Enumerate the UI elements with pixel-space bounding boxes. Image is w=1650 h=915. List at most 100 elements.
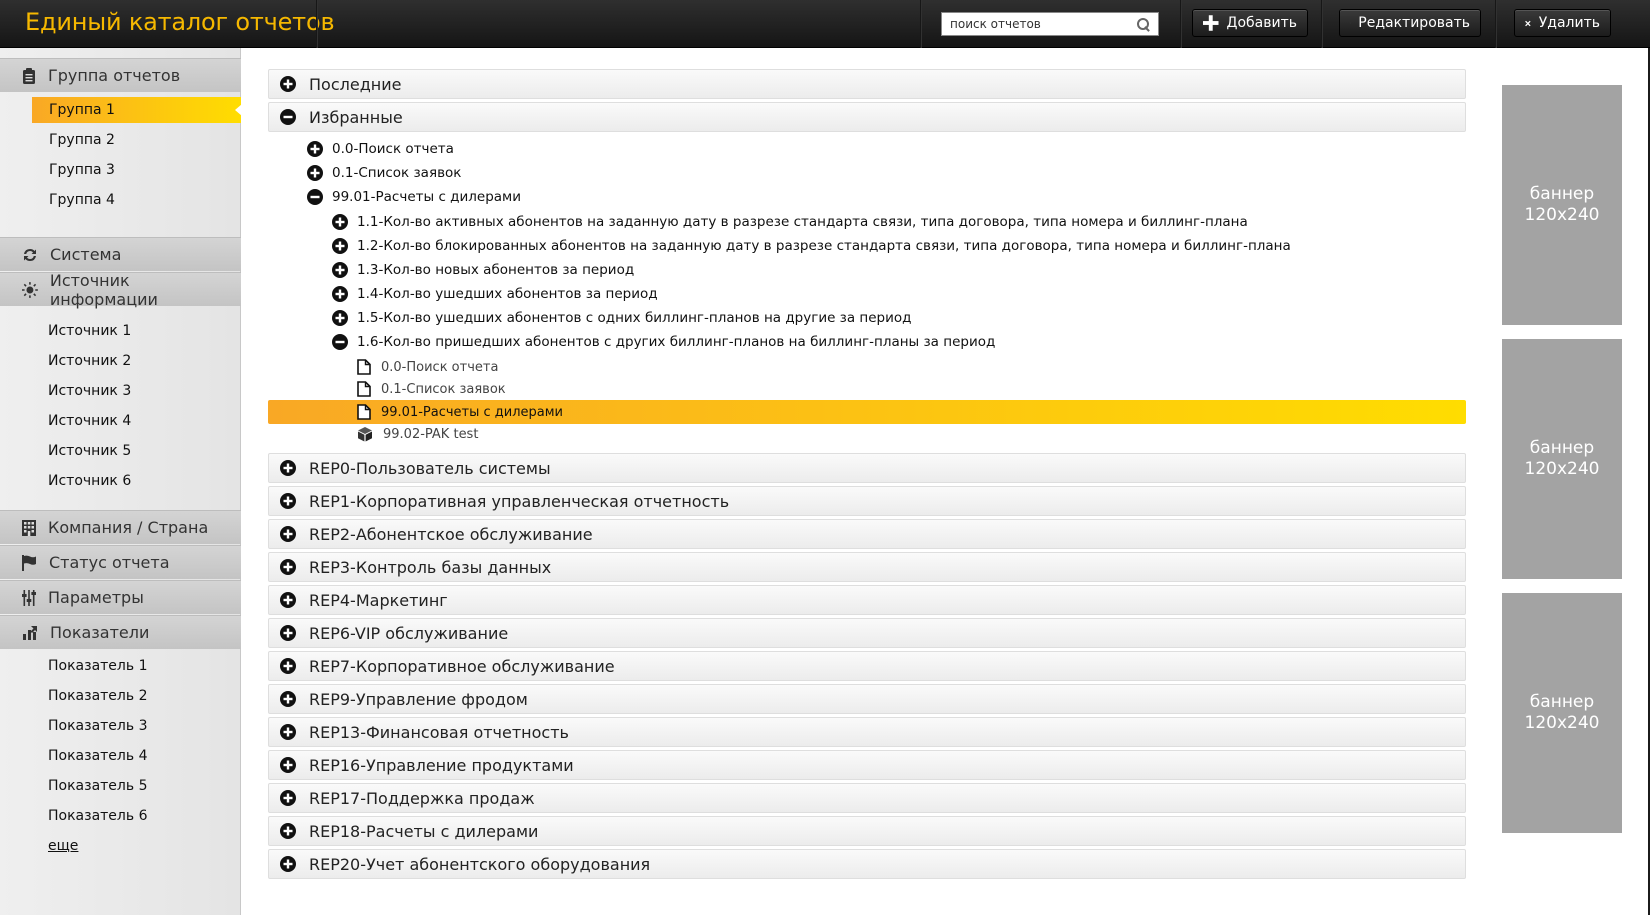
tree-group-rep[interactable]: REP18-Расчеты с дилерами <box>268 816 1466 846</box>
sidebar-item-source-2[interactable]: Источник 2 <box>0 348 241 374</box>
tree-group-recent[interactable]: Последние <box>268 69 1466 99</box>
collapse-icon[interactable] <box>307 189 323 205</box>
sidebar-item-indicator-2[interactable]: Показатель 2 <box>0 683 241 709</box>
sidebar-item-indicator-6[interactable]: Показатель 6 <box>0 803 241 829</box>
sidebar-item-source-1[interactable]: Источник 1 <box>0 318 241 344</box>
tree-group-rep[interactable]: REP3-Контроль базы данных <box>268 552 1466 582</box>
tree-group-favorites[interactable]: Избранные <box>268 102 1466 132</box>
ad-banner[interactable]: баннер 120x240 <box>1502 85 1622 325</box>
tree-subnode[interactable]: 1.5-Кол-во ушедших абонентов с одних бил… <box>332 307 912 329</box>
edit-button-label: Редактировать <box>1358 15 1470 31</box>
sliders-icon <box>22 589 36 606</box>
expand-icon[interactable] <box>332 214 348 230</box>
search-input[interactable] <box>950 17 1136 31</box>
sidebar-section-system[interactable]: Система <box>0 237 241 271</box>
sidebar-section-title: Группа отчетов <box>48 66 181 85</box>
expand-icon[interactable] <box>280 559 296 575</box>
expand-icon[interactable] <box>332 262 348 278</box>
sidebar-section-parameters[interactable]: Параметры <box>0 580 241 614</box>
sidebar-item-source-3[interactable]: Источник 3 <box>0 378 241 404</box>
tree-group-rep[interactable]: REP17-Поддержка продаж <box>268 783 1466 813</box>
delete-button[interactable]: Удалить <box>1514 9 1611 37</box>
add-button-label: Добавить <box>1226 15 1297 31</box>
tree-group-rep[interactable]: REP6-VIP обслуживание <box>268 618 1466 648</box>
expand-icon[interactable] <box>280 526 296 542</box>
tree-leaf-report[interactable]: 0.0-Поиск отчета <box>268 356 1466 378</box>
tree-node[interactable]: 99.01-Расчеты с дилерами <box>307 186 521 208</box>
expand-icon[interactable] <box>280 823 296 839</box>
sidebar-section-info-source[interactable]: Источник информации <box>0 270 241 309</box>
expand-icon[interactable] <box>307 165 323 181</box>
tree-subnode[interactable]: 1.4-Кол-во ушедших абонентов за период <box>332 283 658 305</box>
tree-node[interactable]: 0.1-Список заявок <box>307 162 461 184</box>
tree-subnode[interactable]: 1.2-Кол-во блокированных абонентов на за… <box>332 235 1291 257</box>
tree-leaf-report[interactable]: 99.02-PAK test <box>268 423 1466 445</box>
sidebar-item-group-1[interactable]: Группа 1 <box>32 97 242 123</box>
tree-group-rep[interactable]: REP2-Абонентское обслуживание <box>268 519 1466 549</box>
sidebar-item-group-2[interactable]: Группа 2 <box>0 127 241 153</box>
expand-icon[interactable] <box>280 658 296 674</box>
tree-node[interactable]: 0.0-Поиск отчета <box>307 138 454 160</box>
sidebar-item-group-4[interactable]: Группа 4 <box>0 187 241 213</box>
collapse-icon[interactable] <box>280 109 296 125</box>
edit-button[interactable]: Редактировать <box>1339 9 1481 37</box>
tree-group-rep[interactable]: REP13-Финансовая отчетность <box>268 717 1466 747</box>
bar-chart-icon <box>23 625 37 640</box>
separator <box>1495 0 1497 48</box>
plus-icon <box>1203 15 1219 31</box>
sidebar-item-indicator-1[interactable]: Показатель 1 <box>0 653 241 679</box>
tree-group-rep[interactable]: REP4-Маркетинг <box>268 585 1466 615</box>
expand-icon[interactable] <box>280 625 296 641</box>
sidebar-section-report-group[interactable]: Группа отчетов <box>0 58 241 92</box>
sidebar-item-indicator-5[interactable]: Показатель 5 <box>0 773 241 799</box>
sidebar-item-indicator-3[interactable]: Показатель 3 <box>0 713 241 739</box>
add-button[interactable]: Добавить <box>1192 9 1308 37</box>
expand-icon[interactable] <box>280 724 296 740</box>
tree-subnode[interactable]: 1.1-Кол-во активных абонентов на заданну… <box>332 211 1248 233</box>
expand-icon[interactable] <box>280 592 296 608</box>
expand-icon[interactable] <box>280 691 296 707</box>
sidebar-section-company-country[interactable]: Компания / Страна <box>0 510 241 544</box>
expand-icon[interactable] <box>280 856 296 872</box>
expand-icon[interactable] <box>332 286 348 302</box>
tree-group-rep[interactable]: REP20-Учет абонентского оборудования <box>268 849 1466 879</box>
sidebar-section-title: Показатели <box>50 623 150 642</box>
tree-group-rep[interactable]: REP9-Управление фродом <box>268 684 1466 714</box>
tree-group-rep[interactable]: REP0-Пользователь системы <box>268 453 1466 483</box>
collapse-icon[interactable] <box>332 334 348 350</box>
tree-group-rep[interactable]: REP1-Корпоративная управленческая отчетн… <box>268 486 1466 516</box>
expand-icon[interactable] <box>280 76 296 92</box>
building-icon <box>22 519 36 536</box>
sidebar: Группа отчетов Группа 1 Группа 2 Группа … <box>0 48 242 915</box>
sidebar-section-title: Источник информации <box>49 270 158 309</box>
ad-banner[interactable]: баннер 120x240 <box>1502 339 1622 579</box>
ad-banner[interactable]: баннер 120x240 <box>1502 593 1622 833</box>
expand-icon[interactable] <box>280 757 296 773</box>
expand-icon[interactable] <box>280 460 296 476</box>
tree-subnode[interactable]: 1.6-Кол-во пришедших абонентов с других … <box>332 331 995 353</box>
tree-group-rep[interactable]: REP16-Управление продуктами <box>268 750 1466 780</box>
expand-icon[interactable] <box>332 238 348 254</box>
expand-icon[interactable] <box>332 310 348 326</box>
sidebar-item-source-6[interactable]: Источник 6 <box>0 468 241 494</box>
sidebar-section-indicators[interactable]: Показатели <box>0 615 241 649</box>
document-icon <box>357 381 371 397</box>
search-box[interactable] <box>941 12 1159 36</box>
tree-group-rep[interactable]: REP7-Корпоративное обслуживание <box>268 651 1466 681</box>
sidebar-section-title: Статус отчета <box>49 553 170 572</box>
cube-icon <box>357 426 373 442</box>
sidebar-section-report-status[interactable]: Статус отчета <box>0 545 241 579</box>
expand-icon[interactable] <box>280 790 296 806</box>
sidebar-more-link[interactable]: еще <box>0 833 241 859</box>
expand-icon[interactable] <box>307 141 323 157</box>
tree-leaf-report[interactable]: 0.1-Список заявок <box>268 378 1466 400</box>
sidebar-item-group-3[interactable]: Группа 3 <box>0 157 241 183</box>
search-icon[interactable] <box>1136 17 1150 31</box>
tree-leaf-report-selected[interactable]: 99.01-Расчеты с дилерами <box>268 400 1466 424</box>
sidebar-item-source-4[interactable]: Источник 4 <box>0 408 241 434</box>
expand-icon[interactable] <box>280 493 296 509</box>
sidebar-item-source-5[interactable]: Источник 5 <box>0 438 241 464</box>
delete-button-label: Удалить <box>1538 15 1600 31</box>
tree-subnode[interactable]: 1.3-Кол-во новых абонентов за период <box>332 259 634 281</box>
sidebar-item-indicator-4[interactable]: Показатель 4 <box>0 743 241 769</box>
